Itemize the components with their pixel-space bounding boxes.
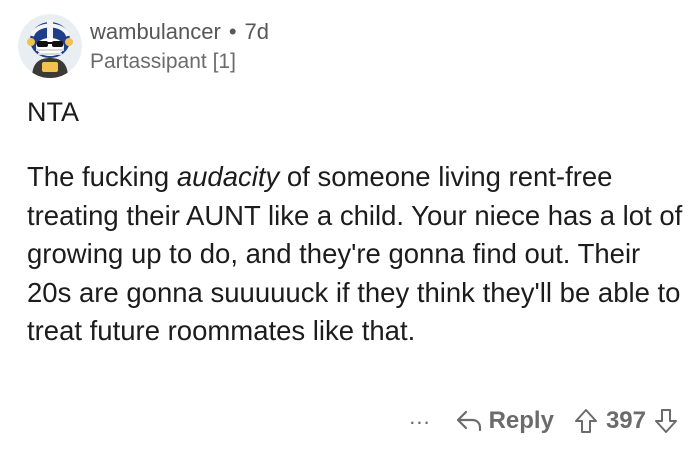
reply-arrow-icon [456, 410, 481, 432]
comment-body-part1: The fucking [27, 161, 177, 192]
comment-header: wambulancer • 7d Partassipant [1] [18, 14, 269, 78]
downvote-arrow-icon [655, 409, 677, 433]
comment-meta: wambulancer • 7d Partassipant [1] [90, 14, 269, 76]
user-flair: Partassipant [1] [90, 50, 236, 73]
comment-body: The fucking audacity of someone living r… [27, 158, 687, 351]
comment-actions: ... Reply 397 [409, 403, 678, 439]
reply-label: Reply [488, 407, 554, 434]
upvote-button[interactable] [574, 408, 598, 434]
more-options-button[interactable]: ... [409, 399, 430, 435]
meta-separator: • [228, 19, 237, 44]
username-link[interactable]: wambulancer [90, 18, 221, 46]
comment-body-emphasis: audacity [176, 161, 280, 192]
reply-button[interactable]: Reply [455, 407, 574, 435]
vote-score: 397 [605, 407, 646, 434]
meta-top-row: wambulancer • 7d [90, 18, 269, 46]
comment-age: 7d [244, 19, 270, 44]
upvote-arrow-icon [574, 409, 597, 433]
comment-card: wambulancer • 7d Partassipant [1] NTA Th… [0, 0, 700, 451]
comment-verdict: NTA [27, 97, 79, 127]
snoo-avatar-icon [18, 14, 82, 78]
downvote-button[interactable] [654, 408, 678, 434]
user-avatar[interactable] [18, 14, 82, 78]
